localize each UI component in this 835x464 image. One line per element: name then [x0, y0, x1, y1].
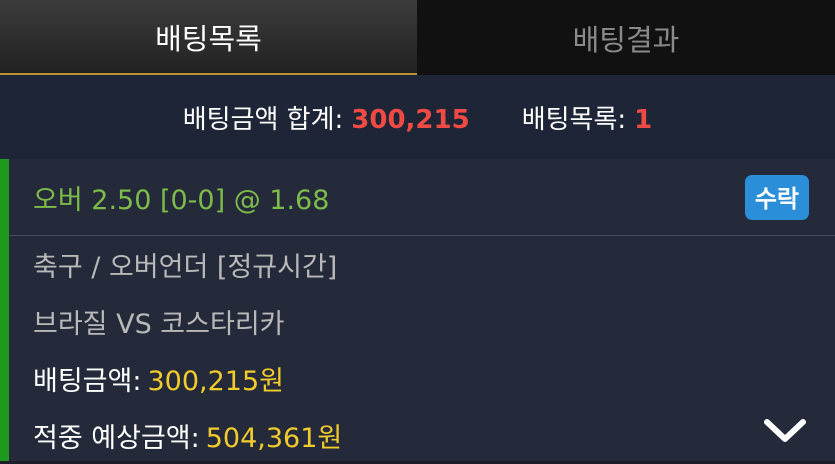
- tab-bet-list[interactable]: 배팅목록: [0, 0, 417, 75]
- bet-card-header: 오버 2.50 [0-0] @ 1.68 수락: [9, 159, 835, 236]
- bet-summary: 배팅금액 합계: 300,215 배팅목록: 1: [0, 75, 835, 159]
- bet-amount-label: 배팅금액:: [33, 366, 142, 397]
- bet-count-value: 1: [634, 104, 653, 135]
- expected-payout-value: 504,361원: [205, 423, 343, 454]
- chevron-down-icon[interactable]: [763, 417, 807, 445]
- bet-details: 축구 / 오버언더 [정규시간] 브라질 VS 코스타리카 배팅금액: 300,2…: [9, 236, 835, 464]
- bet-card[interactable]: 오버 2.50 [0-0] @ 1.68 수락 축구 / 오버언더 [정규시간]…: [0, 159, 835, 461]
- total-amount-value: 300,215: [351, 104, 470, 135]
- bet-tabs: 배팅목록 배팅결과: [0, 0, 835, 75]
- status-badge: 수락: [744, 174, 809, 220]
- expected-payout-label: 적중 예상금액:: [33, 423, 200, 454]
- bet-amount: 배팅금액: 300,215원: [33, 350, 835, 407]
- total-amount: 배팅금액 합계: 300,215: [183, 99, 470, 136]
- total-amount-label: 배팅금액 합계:: [182, 104, 344, 135]
- bet-match: 브라질 VS 코스타리카: [33, 309, 285, 340]
- bet-market: 축구 / 오버언더 [정규시간]: [33, 252, 338, 283]
- bet-pick: 오버 2.50 [0-0] @ 1.68: [33, 184, 330, 216]
- bet-amount-value: 300,215원: [147, 366, 284, 397]
- bet-count-label: 배팅목록:: [521, 104, 627, 135]
- expected-payout: 적중 예상금액: 504,361원: [33, 407, 835, 464]
- bet-count: 배팅목록: 1: [522, 99, 653, 136]
- tab-bet-results[interactable]: 배팅결과: [417, 0, 835, 75]
